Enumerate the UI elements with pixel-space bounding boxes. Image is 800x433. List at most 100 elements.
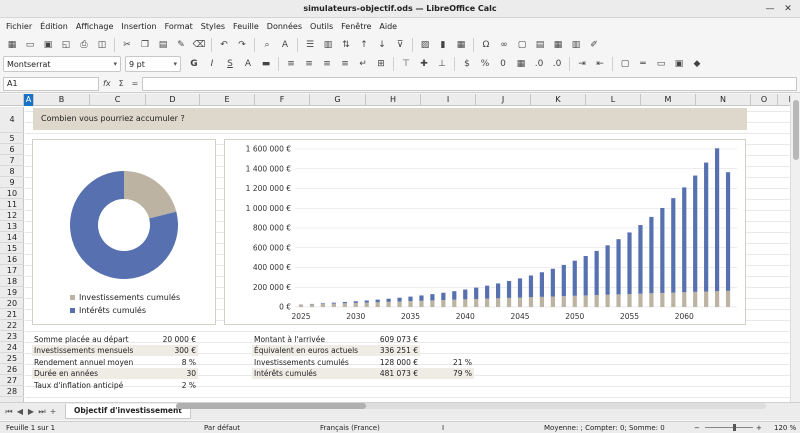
zoom-in-icon[interactable]: + [756, 423, 762, 433]
scroll-thumb[interactable] [793, 100, 799, 160]
italic-button[interactable]: I [205, 57, 219, 71]
row-header[interactable]: 4 [0, 107, 24, 133]
menu-item[interactable]: Feuille [229, 22, 263, 31]
row-value[interactable]: 8 % [142, 357, 198, 368]
chart-icon[interactable]: ▮ [436, 38, 450, 52]
align-bottom-icon[interactable]: ⊥ [435, 57, 449, 71]
zoom-knob[interactable] [732, 424, 736, 431]
menu-item[interactable]: Insertion [117, 22, 160, 31]
row-value[interactable]: 2 % [142, 380, 198, 391]
align-left-icon[interactable]: ≡ [284, 57, 298, 71]
redo-icon[interactable]: ↷ [235, 38, 249, 52]
menu-item[interactable]: Styles [197, 22, 229, 31]
row-header[interactable]: 22 [0, 320, 24, 331]
column-header[interactable]: A [24, 94, 34, 106]
row-header[interactable]: 24 [0, 342, 24, 353]
column-header[interactable]: K [531, 94, 586, 106]
column-header[interactable]: E [200, 94, 255, 106]
row-value[interactable]: 20 000 € [142, 334, 198, 345]
column-header[interactable]: F [255, 94, 310, 106]
row-value[interactable]: 30 [142, 368, 198, 379]
column-header[interactable]: O [751, 94, 778, 106]
undo-icon[interactable]: ↶ [217, 38, 231, 52]
row-header[interactable]: 13 [0, 221, 24, 232]
row-header[interactable]: 14 [0, 232, 24, 243]
row-header[interactable]: 6 [0, 144, 24, 155]
split-icon[interactable]: ▥ [569, 38, 583, 52]
align-middle-icon[interactable]: ✚ [417, 57, 431, 71]
clear-format-icon[interactable]: ⌫ [192, 38, 206, 52]
formula-input[interactable] [142, 76, 797, 91]
column-header[interactable]: B [34, 94, 90, 106]
zoom-out-icon[interactable]: − [694, 423, 700, 433]
row-header[interactable]: 12 [0, 210, 24, 221]
column-header[interactable]: D [146, 94, 200, 106]
row-header[interactable]: 25 [0, 353, 24, 364]
cond-format-icon[interactable]: ▣ [672, 57, 686, 71]
highlight-icon[interactable]: ▬ [259, 57, 273, 71]
prev-sheet-icon[interactable]: ◀ [15, 406, 25, 418]
menu-item[interactable]: Affichage [72, 22, 118, 31]
indent-less-icon[interactable]: ⇤ [593, 57, 607, 71]
row-header[interactable]: 11 [0, 199, 24, 210]
font-name-select[interactable]: Montserrat ▾ [3, 56, 121, 72]
row-value[interactable]: 300 € [142, 345, 198, 356]
sort-asc-icon[interactable]: ↑ [357, 38, 371, 52]
row-header[interactable]: 16 [0, 254, 24, 265]
row-header[interactable]: 19 [0, 287, 24, 298]
close-button[interactable]: ✕ [780, 1, 796, 17]
vertical-scrollbar[interactable] [790, 94, 800, 402]
minimize-button[interactable]: — [762, 1, 778, 17]
align-center-icon[interactable]: ≡ [302, 57, 316, 71]
column-header[interactable]: I [421, 94, 476, 106]
function-wizard-icon[interactable]: fx [103, 79, 111, 88]
menu-item[interactable]: Fenêtre [337, 22, 375, 31]
row-header[interactable]: 23 [0, 331, 24, 342]
copy-icon[interactable]: ❐ [138, 38, 152, 52]
border-style-icon[interactable]: ═ [636, 57, 650, 71]
underline-button[interactable]: S [223, 57, 237, 71]
styles-icon[interactable]: ◆ [690, 57, 704, 71]
bold-button[interactable]: G [187, 57, 201, 71]
name-box[interactable]: A1 [3, 76, 99, 91]
print-icon[interactable]: ⎙ [77, 38, 91, 52]
align-top-icon[interactable]: ⊤ [399, 57, 413, 71]
row-header[interactable]: 15 [0, 243, 24, 254]
grid-icon[interactable]: ▦ [5, 38, 19, 52]
column-header[interactable]: M [641, 94, 696, 106]
row-header[interactable]: 8 [0, 166, 24, 177]
borders-icon[interactable]: ▢ [618, 57, 632, 71]
pivot-icon[interactable]: ▦ [454, 38, 468, 52]
donut-chart-panel[interactable]: Investissements cumulés Intérêts cumulés [32, 139, 216, 325]
row-header[interactable]: 7 [0, 155, 24, 166]
date-icon[interactable]: ▦ [514, 57, 528, 71]
justify-icon[interactable]: ≡ [338, 57, 352, 71]
decimal-add-icon[interactable]: .0 [532, 57, 546, 71]
bar-chart-panel[interactable]: 0 € 200 000 € 400 000 € 600 000 € 800 000 € 1… [224, 139, 746, 325]
open-icon[interactable]: ▭ [23, 38, 37, 52]
column-header[interactable]: L [586, 94, 641, 106]
save-icon[interactable]: ▣ [41, 38, 55, 52]
indent-more-icon[interactable]: ⇥ [575, 57, 589, 71]
row-header[interactable]: 17 [0, 265, 24, 276]
row-header[interactable]: 27 [0, 375, 24, 386]
horizontal-scrollbar[interactable] [176, 403, 766, 409]
row-header[interactable]: 21 [0, 309, 24, 320]
currency-icon[interactable]: $ [460, 57, 474, 71]
sum-icon[interactable]: Σ [119, 79, 124, 88]
comment-icon[interactable]: ▢ [515, 38, 529, 52]
menu-item[interactable]: Outils [306, 22, 337, 31]
scroll-thumb[interactable] [176, 403, 366, 409]
find-icon[interactable]: ⌕ [260, 38, 274, 52]
last-sheet-icon[interactable]: ⏭ [37, 406, 47, 418]
freeze-icon[interactable]: ▦ [551, 38, 565, 52]
row-header[interactable]: 20 [0, 298, 24, 309]
column-header[interactable]: G [310, 94, 366, 106]
row-icon[interactable]: ☰ [303, 38, 317, 52]
cut-icon[interactable]: ✂ [120, 38, 134, 52]
special-char-icon[interactable]: Ω [479, 38, 493, 52]
percent-icon[interactable]: % [478, 57, 492, 71]
column-header[interactable]: H [366, 94, 421, 106]
sort-icon[interactable]: ⇅ [339, 38, 353, 52]
row-header[interactable]: 26 [0, 364, 24, 375]
